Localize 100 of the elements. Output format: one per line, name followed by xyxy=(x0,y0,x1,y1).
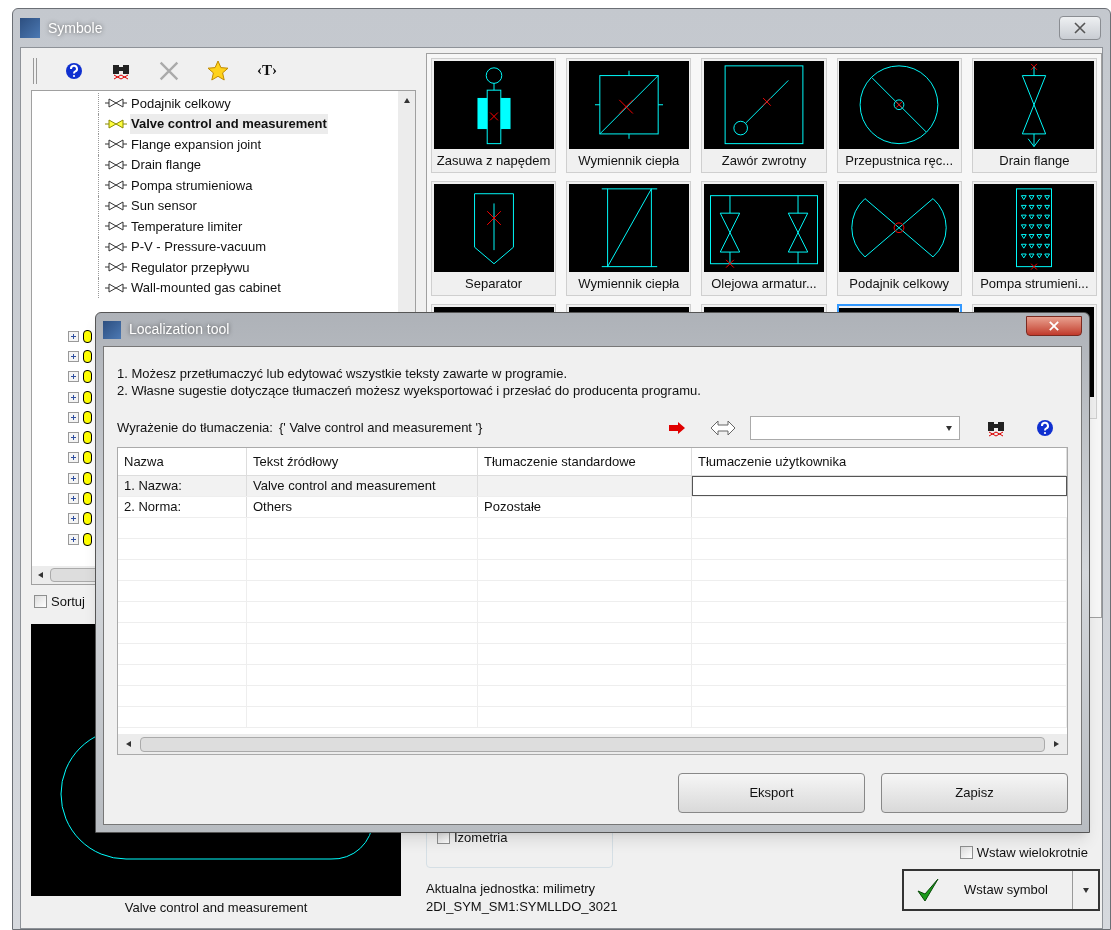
expand-icon[interactable] xyxy=(68,371,79,383)
instruction-text: 1. Możesz przetłumaczyć lub edytować wszystkie teksty zawarte w programie. xyxy=(117,365,569,382)
scrollbar-thumb[interactable] xyxy=(140,736,1045,752)
scroll-up-icon[interactable] xyxy=(402,96,411,104)
column-header[interactable]: Tekst źródłowy xyxy=(247,448,478,475)
symbol-tile[interactable]: Olejowa armatur... xyxy=(701,181,827,296)
expand-icon[interactable] xyxy=(68,391,79,403)
symbol-label: Drain flange xyxy=(999,151,1070,170)
symbol-label: Separator xyxy=(465,274,523,293)
symbol-tile[interactable]: Wymiennik ciepła xyxy=(566,181,692,296)
window-title: Symbole xyxy=(48,18,103,38)
expression-value: {' Valve control and measurement '} xyxy=(278,419,483,438)
insert-symbol-button[interactable]: Wstaw symbol xyxy=(902,868,1100,911)
symbol-tile[interactable]: Wymiennik ciepła xyxy=(566,58,692,173)
expand-icon[interactable] xyxy=(68,411,79,423)
star-icon[interactable] xyxy=(207,60,229,81)
valve-icon xyxy=(105,200,127,211)
tree-item[interactable]: Sun sensor xyxy=(130,196,198,216)
symbol-label: Zawór zwrotny xyxy=(721,151,807,170)
symbol-label: Wymiennik ciepła xyxy=(578,274,680,293)
symbol-tile[interactable]: Zasuwa z napędem xyxy=(431,58,557,173)
valve-icon xyxy=(105,118,127,129)
translation-input[interactable] xyxy=(692,476,1067,496)
symbol-label: Zasuwa z napędem xyxy=(436,151,551,170)
horizontal-scrollbar[interactable] xyxy=(118,734,1067,754)
expand-icon[interactable] xyxy=(68,513,79,525)
expand-icon[interactable] xyxy=(68,533,79,545)
symbol-tile[interactable]: Podajnik celkowy xyxy=(836,181,962,296)
folder-icon xyxy=(83,349,92,363)
folder-icon xyxy=(83,512,92,526)
tree-item[interactable]: Regulator przepływu xyxy=(130,257,251,277)
symbol-tile[interactable]: Separator xyxy=(431,181,557,296)
expand-icon[interactable] xyxy=(68,350,79,362)
valve-icon xyxy=(105,98,127,109)
column-header[interactable]: Tłumaczenie użytkownika xyxy=(692,448,1067,475)
symbol-tile[interactable]: Zawór zwrotny xyxy=(701,58,827,173)
double-arrow-icon[interactable] xyxy=(710,420,736,436)
tree-item[interactable]: P-V - Pressure-vacuum xyxy=(130,237,268,257)
tree-item[interactable]: Valve control and measurement xyxy=(130,114,328,134)
checkbox-box[interactable] xyxy=(34,595,47,609)
table-cell: 2. Norma: xyxy=(118,497,247,517)
help-icon[interactable] xyxy=(1036,419,1054,437)
close-icon[interactable] xyxy=(1074,22,1086,34)
checkbox-box[interactable] xyxy=(959,846,973,860)
tree-item[interactable]: Flange expansion joint xyxy=(130,134,263,154)
checkbox[interactable]: Wstaw wielokrotnie xyxy=(959,843,1088,863)
tree-item[interactable]: Pompa strumieniowa xyxy=(130,175,254,195)
valve-icon xyxy=(105,159,127,170)
checkbox[interactable]: Sortuj xyxy=(34,592,416,612)
help-icon[interactable] xyxy=(65,61,83,80)
instruction-text: 2. Własne sugestie dotyczące tłumaczeń możesz wyeksportować i przesłać do producenta programu. xyxy=(117,382,702,399)
folder-icon xyxy=(83,471,92,485)
column-header[interactable]: Tłumaczenie standardowe xyxy=(478,448,692,475)
table-cell: Others xyxy=(247,497,478,517)
unit-text: Aktualna jednostka: milimetry xyxy=(426,880,597,898)
text-tool-button[interactable]: ‹T› xyxy=(257,59,277,82)
valve-icon xyxy=(105,221,127,232)
expand-icon[interactable] xyxy=(68,452,79,464)
folder-icon xyxy=(83,410,92,424)
table-cell: Valve control and measurement xyxy=(247,476,478,496)
dropdown-arrow-icon[interactable] xyxy=(1081,885,1090,894)
close-button[interactable] xyxy=(1026,315,1082,336)
expand-icon[interactable] xyxy=(68,493,79,504)
column-header[interactable]: Nazwa xyxy=(118,448,247,475)
dropdown-arrow-icon[interactable] xyxy=(945,424,953,432)
tree-item[interactable]: Wall-mounted gas cabinet xyxy=(130,278,282,298)
folder-icon xyxy=(83,329,92,343)
table-row[interactable]: 2. Norma: Others Pozostałe xyxy=(118,497,1067,518)
folder-icon xyxy=(83,431,92,445)
symbol-tile[interactable]: Przepustnica ręc... xyxy=(836,58,962,173)
expression-label: Wyrażenie do tłumaczenia: xyxy=(117,419,273,438)
tree-item[interactable]: Drain flange xyxy=(130,155,203,175)
valve-icon xyxy=(105,139,127,150)
table-row[interactable]: 1. Nazwa: Valve control and measurement xyxy=(118,476,1067,497)
expand-icon[interactable] xyxy=(68,432,79,444)
dialog-title: Localization tool xyxy=(129,320,230,339)
scroll-left-icon[interactable] xyxy=(124,740,132,748)
checkbox-label: Wstaw wielokrotnie xyxy=(976,844,1088,862)
arrow-right-icon[interactable] xyxy=(668,421,686,435)
folder-icon xyxy=(83,492,92,505)
folder-icon xyxy=(83,390,92,404)
dialog-button[interactable]: Eksport xyxy=(678,773,865,813)
symbol-label: Przepustnica ręc... xyxy=(845,151,953,170)
scroll-left-icon[interactable] xyxy=(36,571,44,579)
scroll-right-icon[interactable] xyxy=(1053,740,1061,748)
tree-item[interactable]: Podajnik celkowy xyxy=(130,93,232,113)
checkmark-icon xyxy=(916,876,940,903)
folder-icon xyxy=(83,370,92,384)
expand-icon[interactable] xyxy=(68,472,79,484)
symbol-tile[interactable]: Pompa strumieni... xyxy=(971,181,1097,296)
binoculars-icon[interactable] xyxy=(986,419,1006,437)
tree-item[interactable]: Temperature limiter xyxy=(130,216,244,236)
symbol-tile[interactable]: Drain flange xyxy=(971,58,1097,173)
dropdown-field[interactable] xyxy=(750,416,960,440)
expand-icon[interactable] xyxy=(68,330,79,342)
dialog-button[interactable]: Zapisz xyxy=(881,773,1068,813)
symbol-label: Olejowa armatur... xyxy=(711,274,817,293)
symbol-label: Wymiennik ciepła xyxy=(578,151,680,170)
toolbar-grip xyxy=(33,57,37,84)
symbol-label: Podajnik celkowy xyxy=(849,274,950,293)
